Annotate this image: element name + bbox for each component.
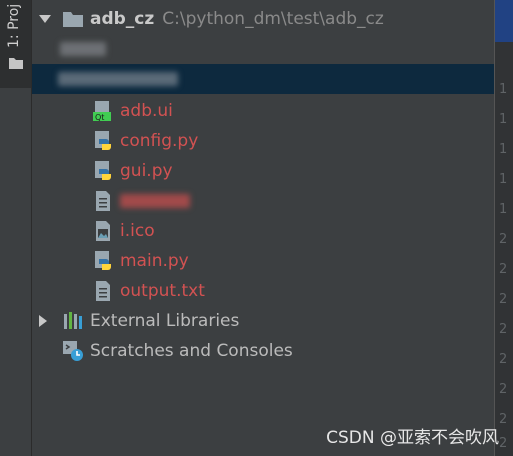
file-row-main-py[interactable]: main.py xyxy=(32,246,494,276)
library-icon xyxy=(64,312,82,329)
line-number: 2 xyxy=(499,322,508,337)
project-tool-tab-label: 1: Proj xyxy=(6,3,22,48)
gutter-tab-indicator xyxy=(495,0,513,42)
project-path: C:\python_dm\test\adb_cz xyxy=(162,9,384,29)
file-name: adb.ui xyxy=(120,101,173,121)
file-row-i-ico[interactable]: i.ico xyxy=(32,216,494,246)
file-name: gui.py xyxy=(120,161,173,181)
python-file-icon xyxy=(95,131,111,150)
line-number: 2 xyxy=(499,232,508,247)
blurred-file-name xyxy=(120,194,190,208)
folder-icon xyxy=(9,58,23,69)
blurred-content xyxy=(58,72,178,86)
svg-text:Qt: Qt xyxy=(95,113,104,122)
editor-gutter: 1 1 1 1 1 2 2 2 2 2 2 2 2 xyxy=(494,0,513,456)
blurred-row[interactable] xyxy=(32,34,494,64)
line-number: 2 xyxy=(499,436,508,451)
python-file-icon xyxy=(95,251,111,270)
line-number: 1 xyxy=(499,202,508,217)
external-libraries-label: External Libraries xyxy=(90,311,240,331)
line-number: 1 xyxy=(499,112,508,127)
line-number: 2 xyxy=(499,262,508,277)
scratches-row[interactable]: Scratches and Consoles xyxy=(32,336,494,366)
line-number: 2 xyxy=(499,382,508,397)
chevron-right-icon[interactable] xyxy=(36,314,50,328)
selected-blurred-row[interactable] xyxy=(32,64,494,94)
text-file-icon xyxy=(96,191,110,211)
csdn-watermark: CSDN @亚索不会吹风 xyxy=(326,428,499,448)
file-name: config.py xyxy=(120,131,199,151)
line-number: 1 xyxy=(499,172,508,187)
blurred-content xyxy=(60,42,106,56)
file-row-config-py[interactable]: config.py xyxy=(32,126,494,156)
project-name: adb_cz xyxy=(90,9,155,29)
file-row-blurred[interactable] xyxy=(32,186,494,216)
text-file-icon xyxy=(96,281,110,301)
line-number: 2 xyxy=(499,412,508,427)
chevron-down-icon[interactable] xyxy=(38,12,52,26)
project-tool-tab[interactable]: 1: Proj xyxy=(0,0,31,88)
line-number: 1 xyxy=(499,82,508,97)
file-row-output-txt[interactable]: output.txt xyxy=(32,276,494,306)
line-number: 2 xyxy=(499,352,508,367)
file-name: main.py xyxy=(120,251,189,271)
file-name: output.txt xyxy=(120,281,205,301)
file-row-adb-ui[interactable]: Qt adb.ui xyxy=(32,96,494,126)
project-root-row[interactable]: adb_cz C:\python_dm\test\adb_cz xyxy=(32,4,494,34)
folder-icon xyxy=(63,12,83,27)
line-number: 1 xyxy=(499,142,508,157)
python-file-icon xyxy=(95,161,111,180)
project-tree[interactable]: adb_cz C:\python_dm\test\adb_cz Qt adb.u… xyxy=(32,0,494,456)
file-row-gui-py[interactable]: gui.py xyxy=(32,156,494,186)
tool-window-strip: 1: Proj xyxy=(0,0,32,456)
file-name: i.ico xyxy=(120,221,155,241)
scratches-consoles-icon xyxy=(63,341,83,361)
line-number: 2 xyxy=(499,292,508,307)
external-libraries-row[interactable]: External Libraries xyxy=(32,306,494,336)
scratches-label: Scratches and Consoles xyxy=(90,341,293,361)
image-file-icon xyxy=(96,221,110,241)
qt-ui-file-icon: Qt xyxy=(93,101,111,122)
